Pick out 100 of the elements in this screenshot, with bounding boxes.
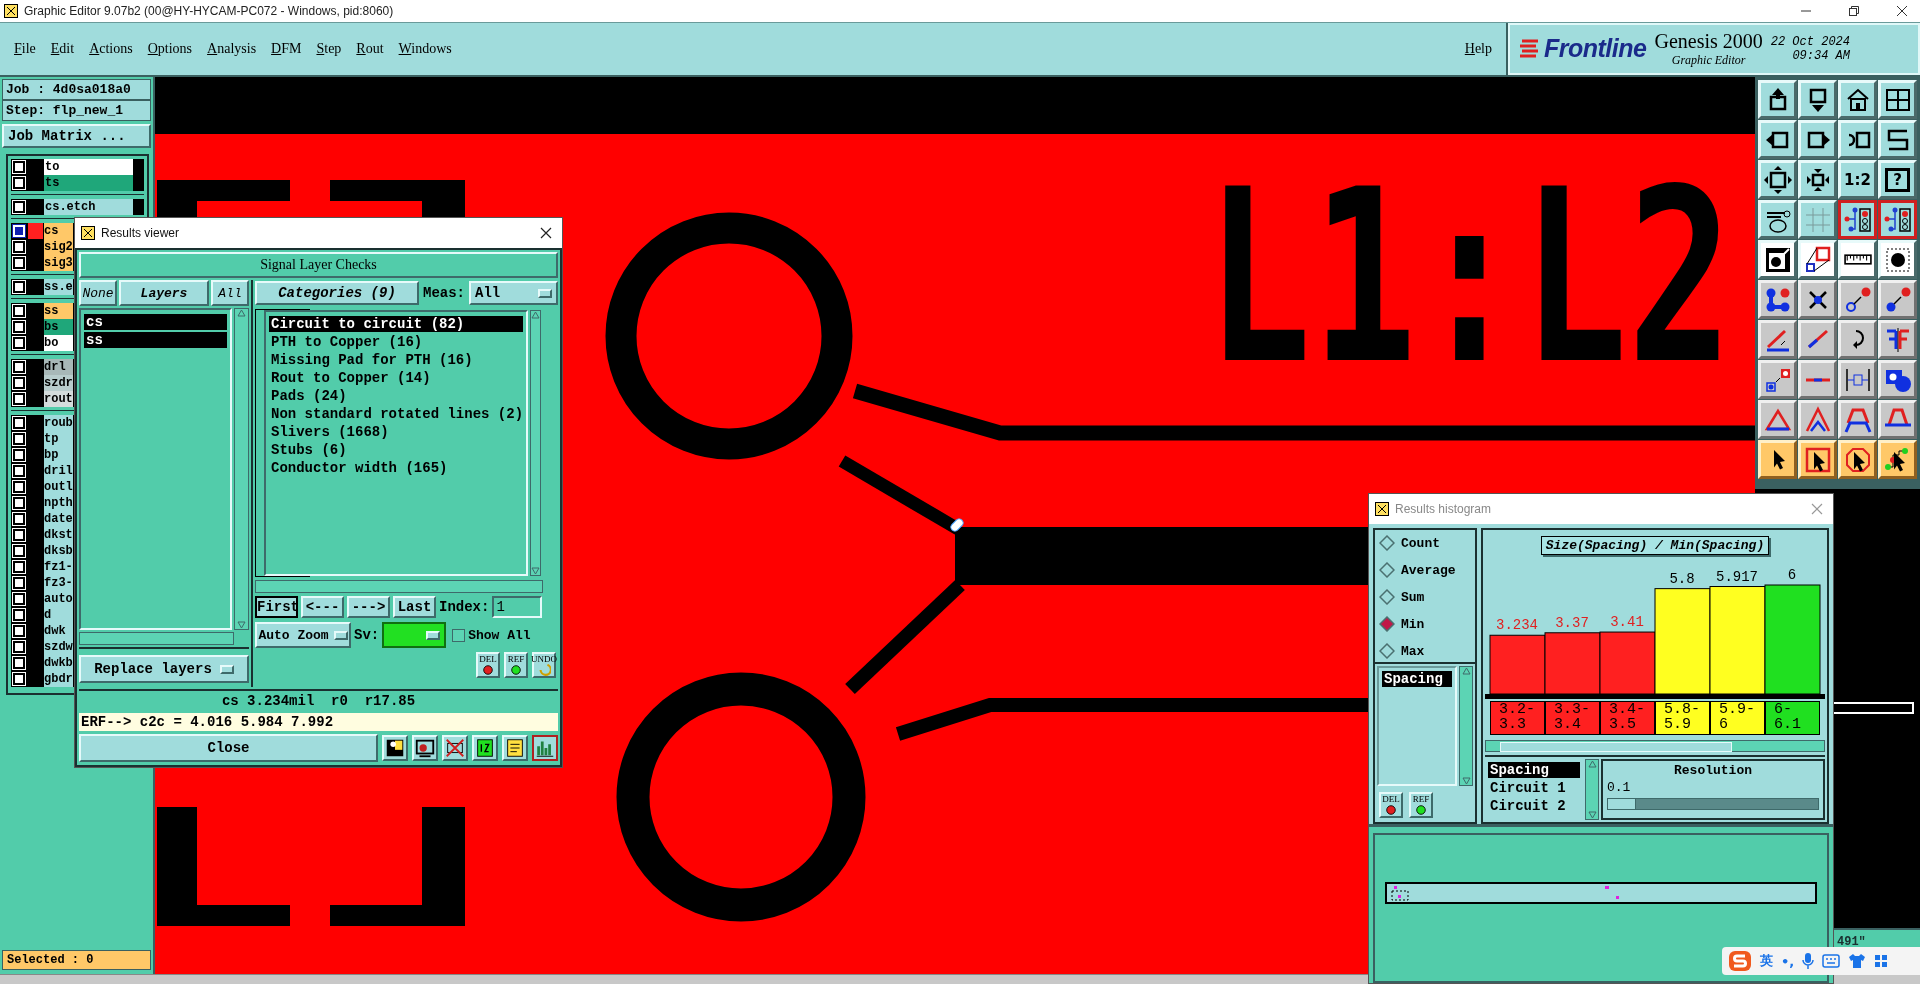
menu-item[interactable]: Windows bbox=[398, 40, 452, 57]
categories-button[interactable]: Categories (9) bbox=[255, 281, 419, 305]
layer-name[interactable]: ss.e bbox=[44, 279, 73, 296]
toolbar-button[interactable] bbox=[1878, 200, 1917, 240]
layer-checkbox[interactable] bbox=[13, 513, 25, 526]
measure-item[interactable]: Spacing bbox=[1382, 671, 1452, 687]
layer-checkbox[interactable] bbox=[13, 449, 25, 462]
layer-checkbox[interactable] bbox=[13, 609, 25, 622]
layer-checkbox[interactable] bbox=[13, 321, 25, 334]
menu-item[interactable]: Step bbox=[316, 40, 342, 57]
shirt-icon[interactable] bbox=[1848, 953, 1867, 969]
layer-checkbox[interactable] bbox=[13, 577, 25, 590]
layer-name[interactable]: bp bbox=[44, 447, 73, 464]
layer-checkbox[interactable] bbox=[13, 177, 25, 190]
severity-dropdown[interactable] bbox=[382, 622, 447, 648]
layer-name[interactable]: dwkb bbox=[44, 655, 73, 672]
navigation-button[interactable]: <--- bbox=[301, 596, 344, 618]
layer-checkbox[interactable] bbox=[13, 593, 25, 606]
scroll-down-icon[interactable] bbox=[237, 621, 246, 629]
layer-name[interactable]: bo bbox=[44, 335, 73, 352]
toolbar-button[interactable]: ? bbox=[1878, 160, 1917, 200]
layer-checkbox[interactable] bbox=[13, 625, 25, 638]
toolbar-button[interactable]: 1:2 bbox=[1838, 160, 1877, 200]
vertical-scrollbar[interactable] bbox=[1585, 759, 1599, 820]
layer-checkbox[interactable] bbox=[13, 393, 25, 406]
radio-button[interactable] bbox=[1379, 562, 1395, 578]
close-icon[interactable] bbox=[1896, 4, 1908, 17]
layer-filter-button[interactable]: None bbox=[79, 280, 117, 306]
punctuation-indicator[interactable]: •, bbox=[1781, 953, 1795, 969]
keyboard-icon[interactable] bbox=[1822, 954, 1841, 968]
vertical-scrollbar[interactable] bbox=[234, 308, 249, 630]
layer-checkbox[interactable] bbox=[13, 281, 25, 294]
help-menu[interactable]: Help bbox=[1464, 40, 1492, 57]
layer-checkbox[interactable] bbox=[13, 377, 25, 390]
action-button[interactable]: DEL bbox=[1379, 792, 1403, 818]
scroll-up-icon[interactable] bbox=[237, 309, 246, 317]
layer-name[interactable]: fz1- bbox=[44, 559, 73, 576]
layer-name[interactable]: szdw bbox=[44, 639, 73, 656]
layer-name[interactable]: rout bbox=[44, 391, 73, 408]
menu-item[interactable]: File bbox=[14, 40, 36, 57]
layer-name[interactable]: dksb bbox=[44, 543, 73, 560]
scroll-down-icon[interactable] bbox=[1461, 777, 1471, 785]
layer-name[interactable]: szdr bbox=[44, 375, 73, 392]
layer-name[interactable]: drl bbox=[44, 359, 73, 376]
menu-item[interactable]: Actions bbox=[89, 40, 133, 57]
action-button[interactable]: DEL bbox=[476, 652, 500, 678]
grid-menu-icon[interactable] bbox=[1874, 954, 1889, 968]
layer-checkbox[interactable] bbox=[13, 529, 25, 542]
job-matrix-button[interactable]: Job Matrix ... bbox=[2, 124, 151, 149]
layer-checkbox[interactable] bbox=[13, 561, 25, 574]
field-item[interactable]: Spacing bbox=[1488, 762, 1580, 778]
layer-checkbox[interactable] bbox=[13, 161, 25, 174]
radio-button[interactable] bbox=[1379, 589, 1395, 605]
scroll-up-icon[interactable] bbox=[1587, 760, 1597, 768]
toolbar-button[interactable] bbox=[1838, 200, 1877, 240]
category-item[interactable]: Rout to Copper (14) bbox=[269, 370, 524, 386]
action-button[interactable]: REF bbox=[1409, 792, 1433, 818]
tool-button[interactable] bbox=[532, 735, 558, 761]
action-button[interactable]: UNDO bbox=[532, 652, 556, 678]
layer-checkbox[interactable] bbox=[13, 641, 25, 654]
layer-checkbox[interactable] bbox=[13, 337, 25, 350]
category-item[interactable]: PTH to Copper (16) bbox=[269, 334, 524, 350]
menu-item[interactable]: Analysis bbox=[207, 40, 257, 57]
navigation-button[interactable]: ---> bbox=[347, 596, 390, 618]
layer-name[interactable]: outl bbox=[44, 479, 73, 496]
category-item[interactable]: Pads (24) bbox=[269, 388, 524, 404]
layer-name[interactable]: to bbox=[44, 159, 133, 176]
layer-checkbox[interactable] bbox=[13, 657, 25, 670]
layer-name[interactable]: auto bbox=[44, 591, 73, 608]
layer-result-item[interactable]: cs bbox=[84, 314, 227, 330]
layer-name[interactable]: ts bbox=[44, 175, 133, 192]
layer-checkbox[interactable] bbox=[13, 417, 25, 430]
layer-name[interactable]: sig3 bbox=[44, 255, 73, 272]
layer-checkbox[interactable] bbox=[13, 361, 25, 374]
layer-name[interactable]: roub bbox=[44, 415, 73, 432]
layer-name[interactable]: cs.etch bbox=[44, 199, 133, 216]
zoom-dropdown[interactable]: Auto Zoom bbox=[255, 622, 351, 648]
layer-name[interactable]: date bbox=[44, 511, 73, 528]
layer-name[interactable]: fz3- bbox=[44, 575, 73, 592]
radio-button[interactable] bbox=[1379, 643, 1395, 659]
scroll-up-icon[interactable] bbox=[1461, 667, 1471, 675]
menu-item[interactable]: Options bbox=[147, 40, 193, 57]
layer-name[interactable]: npth bbox=[44, 495, 73, 512]
close-icon[interactable] bbox=[540, 227, 552, 239]
horizontal-scrollbar[interactable] bbox=[79, 632, 234, 645]
navigation-button[interactable]: Last bbox=[393, 596, 436, 618]
replace-layers-dropdown[interactable]: Replace layers bbox=[79, 655, 249, 683]
layer-checkbox[interactable] bbox=[13, 545, 25, 558]
navigation-button[interactable]: First bbox=[255, 596, 298, 618]
field-item[interactable]: Circuit 1 bbox=[1488, 780, 1580, 796]
horizontal-scrollbar[interactable] bbox=[255, 580, 543, 593]
layer-checkbox[interactable] bbox=[13, 305, 25, 318]
scroll-down-icon[interactable] bbox=[1587, 811, 1597, 819]
horizontal-scrollbar[interactable] bbox=[1485, 740, 1825, 752]
layer-name[interactable]: gbdr bbox=[44, 671, 73, 688]
vertical-scrollbar[interactable] bbox=[1459, 666, 1473, 786]
layer-name[interactable]: dril bbox=[44, 463, 73, 480]
layer-checkbox[interactable] bbox=[13, 481, 25, 494]
layer-filter-button[interactable]: Layers bbox=[119, 280, 209, 306]
layer-name[interactable]: dkst bbox=[44, 527, 73, 544]
